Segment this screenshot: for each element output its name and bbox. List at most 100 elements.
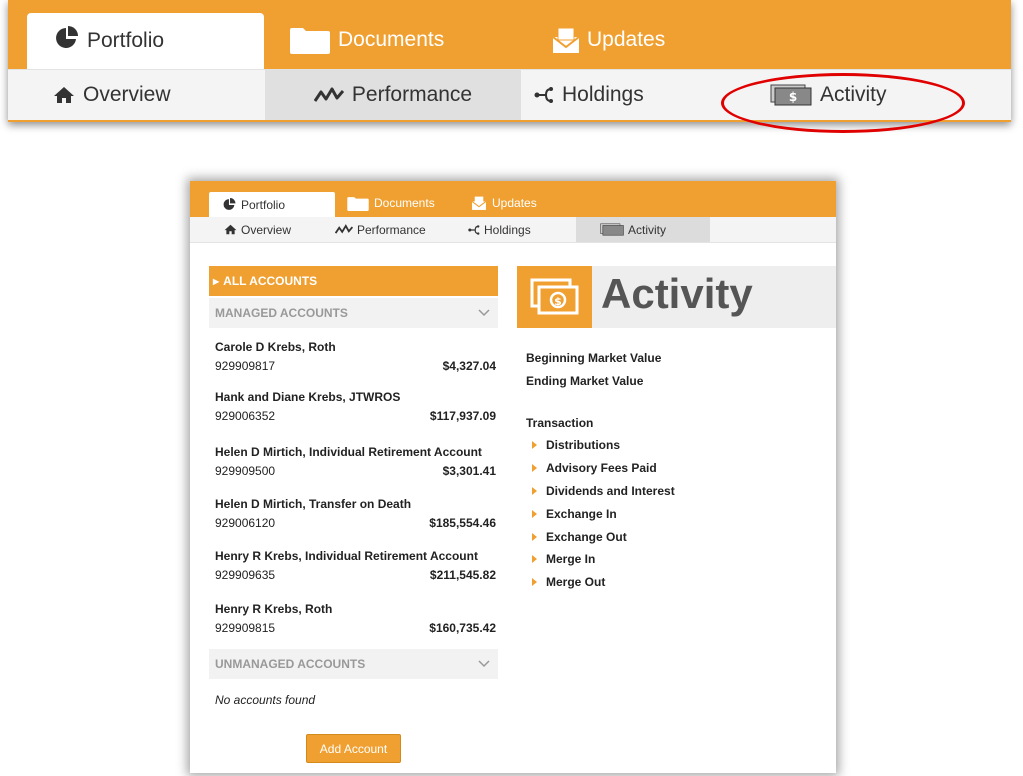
transaction-item-dividends[interactable]: Dividends and Interest: [532, 484, 675, 498]
transaction-item-exchange-out[interactable]: Exchange Out: [532, 530, 627, 544]
tab-updates-label: Updates: [492, 196, 537, 210]
zoom-subtab-holdings[interactable]: Holdings: [534, 70, 644, 120]
account-balance: $185,554.46: [429, 516, 496, 530]
subtab-performance[interactable]: Performance: [335, 217, 426, 242]
caret-right-icon: [532, 555, 537, 563]
account-balance: $4,327.04: [442, 359, 496, 373]
managed-accounts-header[interactable]: MANAGED ACCOUNTS: [209, 298, 498, 328]
all-accounts-label: ALL ACCOUNTS: [223, 274, 318, 288]
transaction-item-label: Merge In: [546, 552, 596, 566]
sub-tabs: Overview Performance Holdings Activity: [190, 217, 836, 243]
transaction-item-label: Merge Out: [546, 575, 606, 589]
folder-icon: [347, 196, 369, 211]
trend-line-icon: [313, 86, 344, 104]
branch-icon: [468, 224, 480, 236]
account-balance: $160,735.42: [429, 621, 496, 635]
account-name: Henry R Krebs, Individual Retirement Acc…: [215, 549, 478, 563]
subtab-overview-label: Overview: [241, 222, 292, 237]
cash-icon: $: [517, 266, 592, 328]
account-item[interactable]: Helen D Mirtich, Individual Retirement A…: [215, 445, 496, 478]
transaction-item-label: Dividends and Interest: [546, 484, 675, 498]
page-title: Activity: [601, 270, 753, 317]
unmanaged-accounts-header[interactable]: UNMANAGED ACCOUNTS: [209, 649, 498, 679]
account-item[interactable]: Carole D Krebs, Roth 929909817 $4,327.04: [215, 340, 496, 373]
subtab-holdings[interactable]: Holdings: [468, 217, 531, 242]
account-item[interactable]: Henry R Krebs, Individual Retirement Acc…: [215, 549, 496, 582]
account-number: 929006120: [215, 516, 276, 530]
zoom-tab-documents-label: Documents: [338, 28, 445, 51]
zoom-tab-updates[interactable]: Updates: [551, 22, 665, 58]
beginning-market-value-label: Beginning Market Value: [526, 351, 662, 365]
transaction-item-label: Advisory Fees Paid: [546, 461, 657, 475]
zoom-tab-portfolio-label: Portfolio: [87, 29, 165, 52]
tab-portfolio-label: Portfolio: [241, 197, 286, 212]
zoom-tab-updates-label: Updates: [587, 28, 666, 51]
caret-right-icon: ▶: [213, 276, 220, 286]
account-number: 929909815: [215, 621, 276, 635]
account-item[interactable]: Hank and Diane Krebs, JTWROS 929006352 $1…: [215, 390, 496, 423]
transaction-item-label: Exchange In: [546, 507, 617, 521]
tab-updates[interactable]: Updates: [471, 193, 537, 213]
zoom-tab-documents[interactable]: Documents: [290, 22, 444, 58]
caret-right-icon: [532, 510, 537, 518]
chevron-down-icon: [478, 657, 490, 671]
account-name: Helen D Mirtich, Transfer on Death: [215, 497, 412, 511]
account-name: Carole D Krebs, Roth: [215, 340, 336, 354]
account-balance: $3,301.41: [442, 464, 496, 478]
main-tabs: Portfolio Documents Updates: [190, 181, 836, 217]
svg-text:$: $: [554, 295, 562, 308]
transaction-item-distributions[interactable]: Distributions: [532, 438, 620, 452]
caret-right-icon: [532, 533, 537, 541]
zoom-subtab-performance[interactable]: Performance: [265, 70, 521, 120]
add-account-button[interactable]: Add Account: [306, 734, 401, 763]
trend-line-icon: [335, 224, 353, 235]
transaction-item-exchange-in[interactable]: Exchange In: [532, 507, 617, 521]
transaction-item-label: Exchange Out: [546, 530, 627, 544]
home-icon: [224, 224, 237, 235]
account-name: Helen D Mirtich, Individual Retirement A…: [215, 445, 482, 459]
chevron-down-icon: [478, 306, 490, 320]
caret-right-icon: [532, 487, 537, 495]
zoom-subtab-holdings-label: Holdings: [562, 83, 644, 106]
zoom-subtab-performance-label: Performance: [351, 83, 473, 106]
account-number: 929909635: [215, 568, 276, 582]
envelope-icon: [471, 195, 487, 211]
zoom-tab-portfolio[interactable]: Portfolio: [27, 13, 264, 69]
cash-icon: [600, 223, 624, 236]
account-number: 929006352: [215, 409, 276, 423]
account-number: 929909500: [215, 464, 276, 478]
activity-highlight-circle: [721, 73, 965, 133]
unmanaged-accounts-label: UNMANAGED ACCOUNTS: [215, 657, 366, 671]
pie-chart-icon: [55, 26, 79, 56]
account-name: Hank and Diane Krebs, JTWROS: [215, 390, 401, 404]
activity-header: $ Activity: [517, 266, 836, 328]
branch-icon: [534, 85, 554, 105]
ending-market-value-label: Ending Market Value: [526, 374, 644, 388]
tab-documents-label: Documents: [374, 196, 435, 210]
portfolio-screen: Portfolio Documents Updates Overview Per…: [190, 181, 836, 773]
managed-accounts-label: MANAGED ACCOUNTS: [215, 306, 348, 320]
transaction-item-merge-out[interactable]: Merge Out: [532, 575, 605, 589]
zoom-main-tabs: Portfolio Documents Updates: [8, 0, 1011, 69]
tab-documents[interactable]: Documents: [347, 193, 435, 213]
caret-right-icon: [532, 578, 537, 586]
subtab-performance-label: Performance: [357, 222, 426, 237]
pie-chart-icon: [223, 198, 236, 211]
account-balance: $211,545.82: [429, 568, 496, 582]
subtab-overview[interactable]: Overview: [224, 217, 291, 242]
subtab-activity[interactable]: Activity: [576, 217, 710, 242]
account-item[interactable]: Helen D Mirtich, Transfer on Death 92900…: [215, 497, 496, 530]
account-item[interactable]: Henry R Krebs, Roth 929909815 $160,735.42: [215, 602, 496, 635]
transaction-item-label: Distributions: [546, 438, 620, 452]
all-accounts-header[interactable]: ▶ ALL ACCOUNTS: [209, 266, 498, 296]
no-accounts-message: No accounts found: [215, 693, 316, 707]
transaction-item-merge-in[interactable]: Merge In: [532, 552, 595, 566]
tab-portfolio[interactable]: Portfolio: [209, 192, 335, 217]
zoom-subtab-overview[interactable]: Overview: [53, 70, 171, 120]
envelope-icon: [551, 25, 581, 55]
caret-right-icon: [532, 464, 537, 472]
transaction-label: Transaction: [526, 416, 594, 430]
account-balance: $117,937.09: [429, 409, 496, 423]
folder-icon: [290, 26, 330, 54]
transaction-item-advisory-fees[interactable]: Advisory Fees Paid: [532, 461, 657, 475]
